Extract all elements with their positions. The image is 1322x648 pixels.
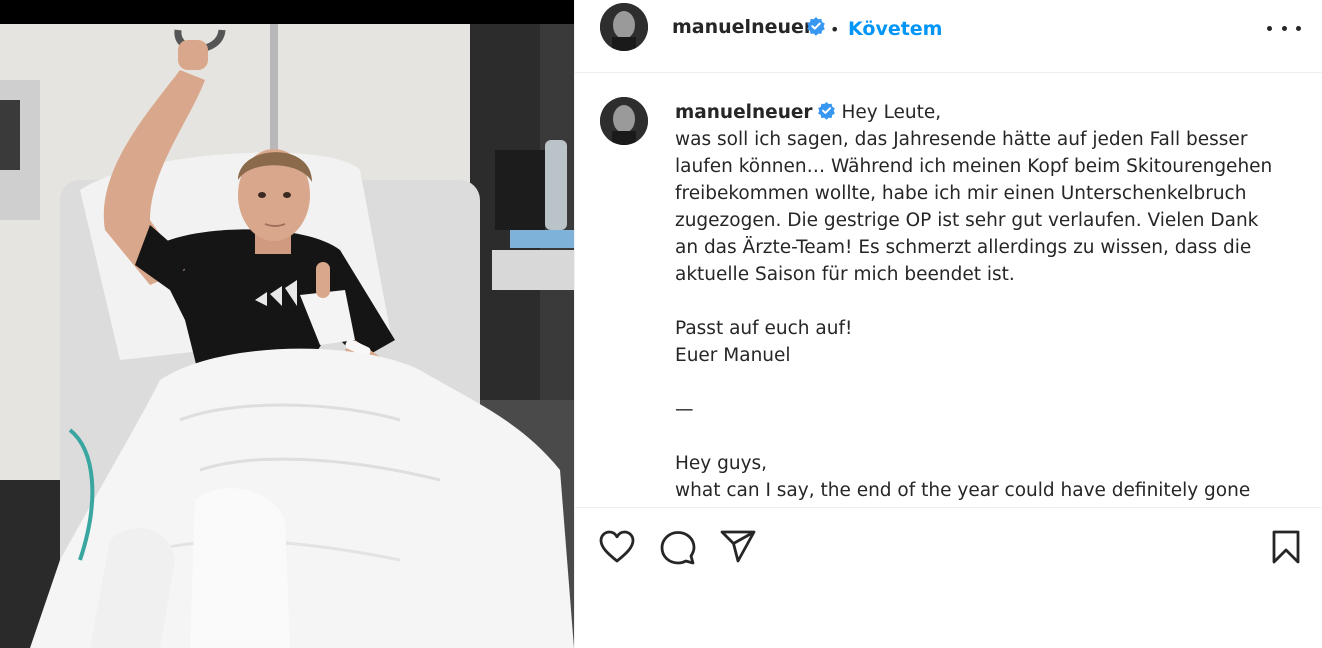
heart-icon[interactable] [599,530,635,564]
comments-area[interactable]: manuelneuer Hey Leute, was soll ich sage… [575,73,1322,507]
verified-badge-icon [807,17,825,36]
caption-author-avatar[interactable] [600,97,648,145]
caption-text-block: manuelneuer Hey Leute, was soll ich sage… [675,99,1275,504]
avatar-image [600,3,648,51]
post-header: manuelneuer • Követem [575,0,1322,73]
post-side-panel: manuelneuer • Követem manuelneuer Hey Le… [574,0,1322,648]
instagram-post-view: manuelneuer • Követem manuelneuer Hey Le… [0,0,1322,648]
author-avatar[interactable] [600,3,648,51]
verified-badge-icon [817,101,835,120]
post-image-hospital-bed [0,0,574,648]
author-username[interactable]: manuelneuer [672,16,813,38]
following-button[interactable]: Követem [848,18,942,40]
more-options-icon[interactable] [1267,17,1301,39]
bookmark-icon[interactable] [1271,530,1301,564]
caption-username[interactable]: manuelneuer [675,102,813,123]
separator-dot: • [830,20,840,39]
share-icon[interactable] [720,530,756,564]
post-photo[interactable] [0,0,574,648]
comment-icon[interactable] [660,530,696,566]
avatar-image [600,97,648,145]
post-action-bar [575,507,1322,587]
caption-body: Hey Leute, was soll ich sagen, das Jahre… [675,102,1273,501]
